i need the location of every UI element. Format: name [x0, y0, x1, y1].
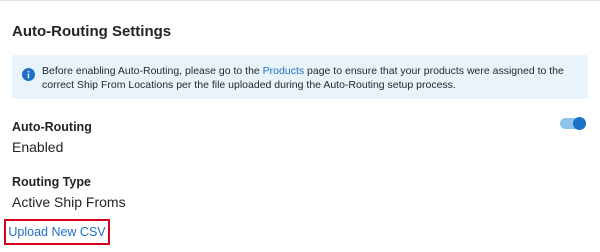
auto-routing-value: Enabled [12, 139, 64, 155]
upload-csv-highlight: Upload New CSV [4, 219, 110, 245]
info-text-before: Before enabling Auto-Routing, please go … [42, 65, 263, 77]
auto-routing-toggle[interactable] [560, 117, 586, 130]
info-banner: Before enabling Auto-Routing, please go … [12, 55, 588, 99]
routing-type-label: Routing Type [12, 175, 91, 189]
card-title: Auto-Routing Settings [12, 23, 172, 40]
info-banner-text: Before enabling Auto-Routing, please go … [42, 64, 572, 92]
products-link[interactable]: Products [263, 65, 304, 77]
toggle-knob [573, 117, 586, 130]
routing-type-value: Active Ship Froms [12, 194, 126, 210]
auto-routing-settings-card: Auto-Routing Settings Before enabling Au… [0, 0, 600, 252]
upload-new-csv-link[interactable]: Upload New CSV [8, 225, 105, 239]
auto-routing-label: Auto-Routing [12, 120, 92, 134]
info-icon [22, 68, 35, 81]
